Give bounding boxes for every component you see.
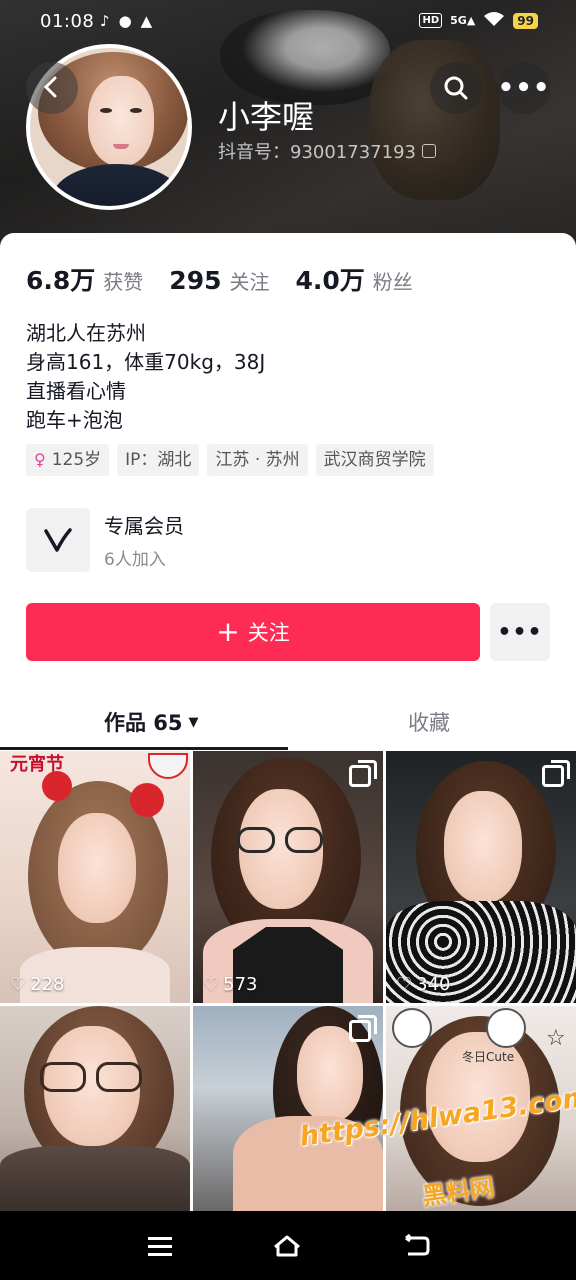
back-arrow-icon xyxy=(405,1234,430,1256)
search-button[interactable] xyxy=(430,62,482,114)
profile-header-background: 01:08 ♪ ● ▲ HD 5G▲ 99 ••• 小李喔 抖音号：930017… xyxy=(0,0,576,250)
douyin-id[interactable]: 抖音号：93001737193 xyxy=(218,138,436,164)
stat-likes[interactable]: 6.8万 获赞 xyxy=(26,261,143,297)
more-actions-button[interactable]: ••• xyxy=(490,603,550,661)
multi-image-icon xyxy=(349,760,377,787)
video-likes: ♡ 340 xyxy=(396,974,451,995)
warning-icon: ▲ xyxy=(140,12,153,30)
home-icon xyxy=(274,1235,300,1257)
member-logo-icon xyxy=(26,508,90,572)
heart-icon: ♡ xyxy=(10,974,27,995)
hd-icon: HD xyxy=(419,13,443,28)
chevron-left-icon xyxy=(43,76,57,98)
recent-apps-button[interactable] xyxy=(144,1230,176,1262)
nickname: 小李喔 xyxy=(218,98,315,136)
video-thumbnail[interactable]: ♡ 340 xyxy=(386,751,576,1003)
tag-ip: IP：湖北 xyxy=(117,444,200,476)
stat-followers[interactable]: 4.0万 粉丝 xyxy=(295,261,412,297)
glasses xyxy=(237,827,275,853)
menu-icon xyxy=(148,1237,172,1256)
status-time: 01:08 xyxy=(40,11,95,32)
video-likes: ♡ 228 xyxy=(10,974,65,995)
caret-down-icon: ▼ xyxy=(188,714,199,730)
back-button[interactable] xyxy=(26,62,78,114)
member-count: 6人加入 xyxy=(104,550,166,570)
bio-line: 直播看心情 xyxy=(26,379,126,403)
notification-icons: ♪ ● ▲ xyxy=(100,12,152,30)
video-thumbnail[interactable]: 元宵节 ♡ 228 xyxy=(0,751,190,1003)
video-thumbnail[interactable]: ♡ 573 xyxy=(193,751,383,1003)
search-icon xyxy=(444,76,468,100)
bio-line: 跑车+泡泡 xyxy=(26,408,123,432)
system-icons: HD 5G▲ 99 xyxy=(419,11,538,30)
video-grid: 元宵节 ♡ 228 ♡ 573 ♡ 340 冬日Cute ☆ https://h… xyxy=(0,751,576,1211)
profile-bio: 湖北人在苏州 身高161，体重70kg，38J 直播看心情 跑车+泡泡 xyxy=(26,319,265,435)
wifi-icon xyxy=(483,11,505,30)
profile-tags: ♀ 125岁 IP：湖北 江苏 · 苏州 武汉商贸学院 xyxy=(26,444,434,476)
home-button[interactable] xyxy=(271,1230,303,1262)
stat-following[interactable]: 295 关注 xyxy=(169,266,269,295)
ellipsis-icon: ••• xyxy=(497,73,551,103)
video-likes: ♡ 573 xyxy=(203,974,258,995)
member-title: 专属会员 xyxy=(104,514,184,538)
glasses xyxy=(40,1062,86,1092)
tag-school[interactable]: 武汉商贸学院 xyxy=(315,444,434,476)
tab-favorites[interactable]: 收藏 xyxy=(408,707,450,737)
follow-button[interactable]: + 关注 xyxy=(26,603,480,661)
system-navigation-bar xyxy=(0,1212,576,1280)
plus-icon: + xyxy=(216,615,240,648)
status-bar: 01:08 ♪ ● ▲ HD 5G▲ 99 xyxy=(0,0,576,44)
ellipsis-icon: ••• xyxy=(497,619,543,645)
exclusive-member-entry[interactable]: 专属会员 6人加入 xyxy=(26,508,184,572)
signal-icon: 5G▲ xyxy=(450,14,476,27)
content-tabs: 作品 65 ▼ 收藏 xyxy=(0,691,576,751)
more-options-button[interactable]: ••• xyxy=(498,62,550,114)
back-nav-button[interactable] xyxy=(400,1230,432,1262)
profile-stats: 6.8万 获赞 295 关注 4.0万 粉丝 xyxy=(26,261,439,297)
heart-icon: ♡ xyxy=(396,974,413,995)
tiktok-icon: ♪ xyxy=(100,12,110,30)
bio-line: 湖北人在苏州 xyxy=(26,321,146,345)
video-thumbnail[interactable] xyxy=(193,1006,383,1211)
tag-age: ♀ 125岁 xyxy=(26,444,110,476)
tab-works[interactable]: 作品 65 ▼ xyxy=(104,707,199,737)
multi-image-icon xyxy=(349,1015,377,1042)
active-tab-indicator xyxy=(0,747,288,750)
sticker-text: 冬日Cute xyxy=(462,1050,515,1064)
bio-line: 身高161，体重70kg，38J xyxy=(26,350,266,374)
star-icon: ☆ xyxy=(546,1026,566,1051)
copy-icon[interactable] xyxy=(421,144,436,158)
tag-location[interactable]: 江苏 · 苏州 xyxy=(207,444,308,476)
wechat-icon: ● xyxy=(118,12,132,30)
cat-sticker xyxy=(392,1008,432,1048)
multi-image-icon xyxy=(542,760,570,787)
female-icon: ♀ xyxy=(34,450,46,469)
video-thumbnail[interactable] xyxy=(0,1006,190,1211)
battery-icon: 99 xyxy=(513,12,538,29)
heart-icon: ♡ xyxy=(203,974,220,995)
profile-info-card: 6.8万 获赞 295 关注 4.0万 粉丝 湖北人在苏州 身高161，体重70… xyxy=(0,233,576,753)
